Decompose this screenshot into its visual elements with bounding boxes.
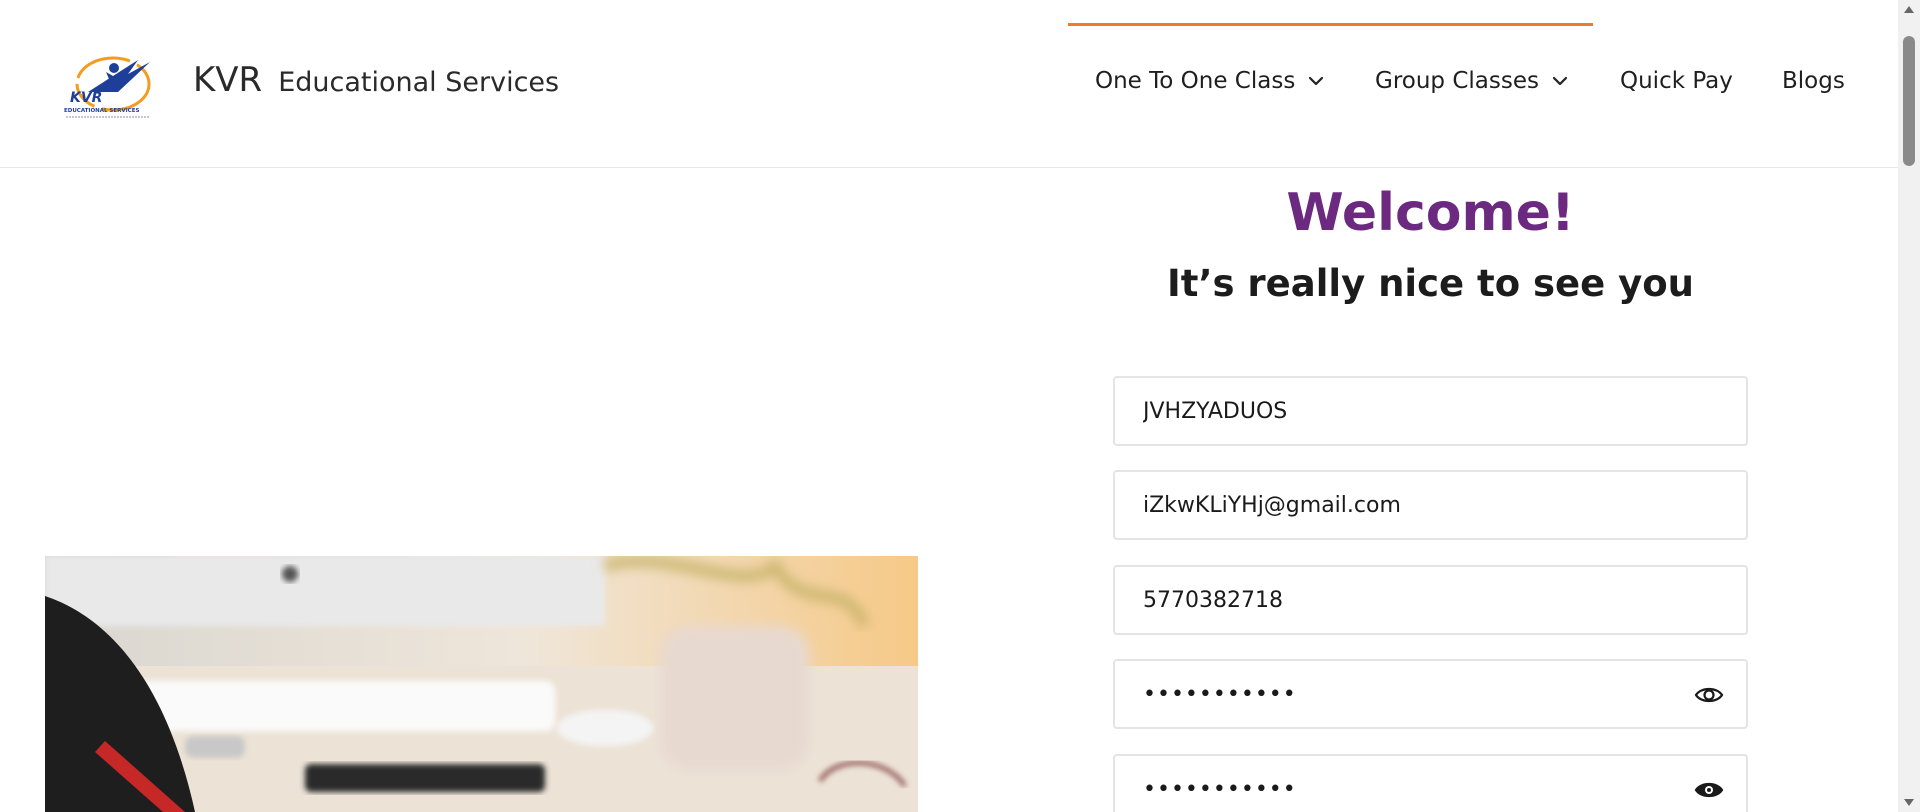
eye-icon[interactable] <box>1694 779 1724 801</box>
phone-input[interactable] <box>1115 567 1746 633</box>
confirm-password-field[interactable] <box>1113 754 1748 812</box>
main-nav: One To One Class Group Classes Quick Pay… <box>0 68 1898 102</box>
nav-item-blogs[interactable]: Blogs <box>1782 68 1845 94</box>
site-header: KVR EDUCATIONAL SERVICES KVR Educational… <box>0 0 1898 168</box>
eye-icon[interactable] <box>1694 684 1724 706</box>
welcome-heading: Welcome! <box>1286 183 1575 243</box>
password-input[interactable] <box>1115 661 1746 727</box>
nav-item-label: One To One Class <box>1095 68 1296 94</box>
nav-item-group-classes[interactable]: Group Classes <box>1375 68 1569 94</box>
svg-text:EDUCATIONAL SERVICES: EDUCATIONAL SERVICES <box>64 108 139 114</box>
nav-item-quick-pay[interactable]: Quick Pay <box>1620 68 1733 94</box>
nav-item-label: Blogs <box>1782 68 1845 94</box>
hero-image <box>45 556 918 812</box>
email-field[interactable] <box>1113 470 1748 540</box>
chevron-down-icon <box>1309 76 1324 86</box>
name-field[interactable] <box>1113 376 1748 446</box>
page-scrollbar[interactable] <box>1898 0 1920 812</box>
email-input[interactable] <box>1115 472 1746 538</box>
password-field[interactable] <box>1113 659 1748 729</box>
confirm-password-input[interactable] <box>1115 756 1746 812</box>
name-input[interactable] <box>1115 378 1746 444</box>
phone-field[interactable] <box>1113 565 1748 635</box>
nav-item-one-to-one-class[interactable]: One To One Class <box>1095 68 1325 94</box>
welcome-subheading: It’s really nice to see you <box>1167 262 1694 305</box>
scrollbar-thumb[interactable] <box>1903 36 1915 166</box>
scroll-up-icon[interactable] <box>1904 6 1914 13</box>
chevron-down-icon <box>1552 76 1568 86</box>
scroll-down-icon[interactable] <box>1904 799 1914 806</box>
nav-active-indicator <box>1068 23 1593 26</box>
nav-item-label: Group Classes <box>1375 68 1539 94</box>
nav-item-label: Quick Pay <box>1620 68 1733 94</box>
